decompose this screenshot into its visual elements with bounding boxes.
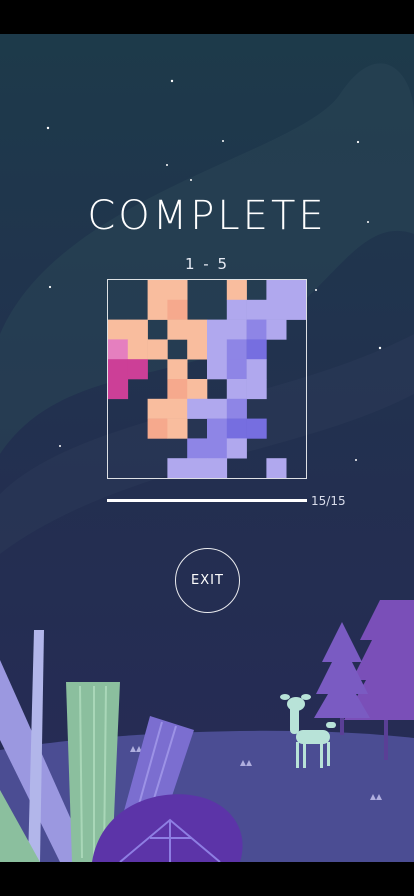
puzzle-cell [246,379,267,400]
puzzle-cell [127,319,148,340]
puzzle-cell [207,319,228,340]
progress-fill [107,499,307,502]
puzzle-cell [167,299,188,320]
puzzle-cell [226,319,247,340]
puzzle-cell [226,418,247,439]
puzzle-cell [167,418,188,439]
puzzle-cell [226,280,247,301]
puzzle-cell [207,359,228,380]
forest-scene [0,600,414,862]
puzzle-cell [226,339,247,360]
puzzle-cell [246,319,267,340]
puzzle-cell [147,339,168,360]
status-bar [0,0,414,34]
puzzle-cell [266,319,287,340]
puzzle-cell [207,398,228,419]
puzzle-cell [167,379,188,400]
puzzle-cell [187,379,208,400]
puzzle-cell [108,319,129,340]
puzzle-cell [226,398,247,419]
puzzle-cell [108,359,129,380]
puzzle-cell [127,339,148,360]
puzzle-cell [167,359,188,380]
puzzle-board [107,279,307,479]
puzzle-cell [246,299,267,320]
puzzle-cell [127,359,148,380]
puzzle-cell [147,418,168,439]
puzzle-cell [167,280,188,301]
puzzle-cell [167,319,188,340]
puzzle-cell [226,359,247,380]
puzzle-image [108,280,306,478]
puzzle-cell [147,398,168,419]
puzzle-cell [187,458,208,478]
puzzle-cell [246,418,267,439]
puzzle-cell [187,339,208,360]
home-indicator-bar [0,862,414,896]
puzzle-cell [207,418,228,439]
puzzle-cell [226,438,247,459]
level-indicator: 1 - 5 [184,255,230,273]
puzzle-cell [266,280,287,301]
puzzle-cell [207,438,228,459]
complete-title: COMPLETE [87,193,327,239]
puzzle-cell [108,339,129,360]
puzzle-cell [266,458,287,478]
puzzle-cell [108,379,129,400]
puzzle-cell [226,379,247,400]
puzzle-cell [207,339,228,360]
puzzle-cell [246,339,267,360]
puzzle-cell [167,458,188,478]
puzzle-cell [266,299,287,320]
puzzle-cell [147,299,168,320]
puzzle-cell [167,398,188,419]
puzzle-cell [286,280,306,301]
progress-count: 15/15 [311,494,346,508]
progress-bar [107,499,307,502]
puzzle-cell [187,438,208,459]
puzzle-cell [286,299,306,320]
puzzle-cell [246,359,267,380]
puzzle-cell [226,299,247,320]
puzzle-cell [187,319,208,340]
puzzle-cell [187,398,208,419]
puzzle-cell [147,280,168,301]
puzzle-cell [207,458,228,478]
